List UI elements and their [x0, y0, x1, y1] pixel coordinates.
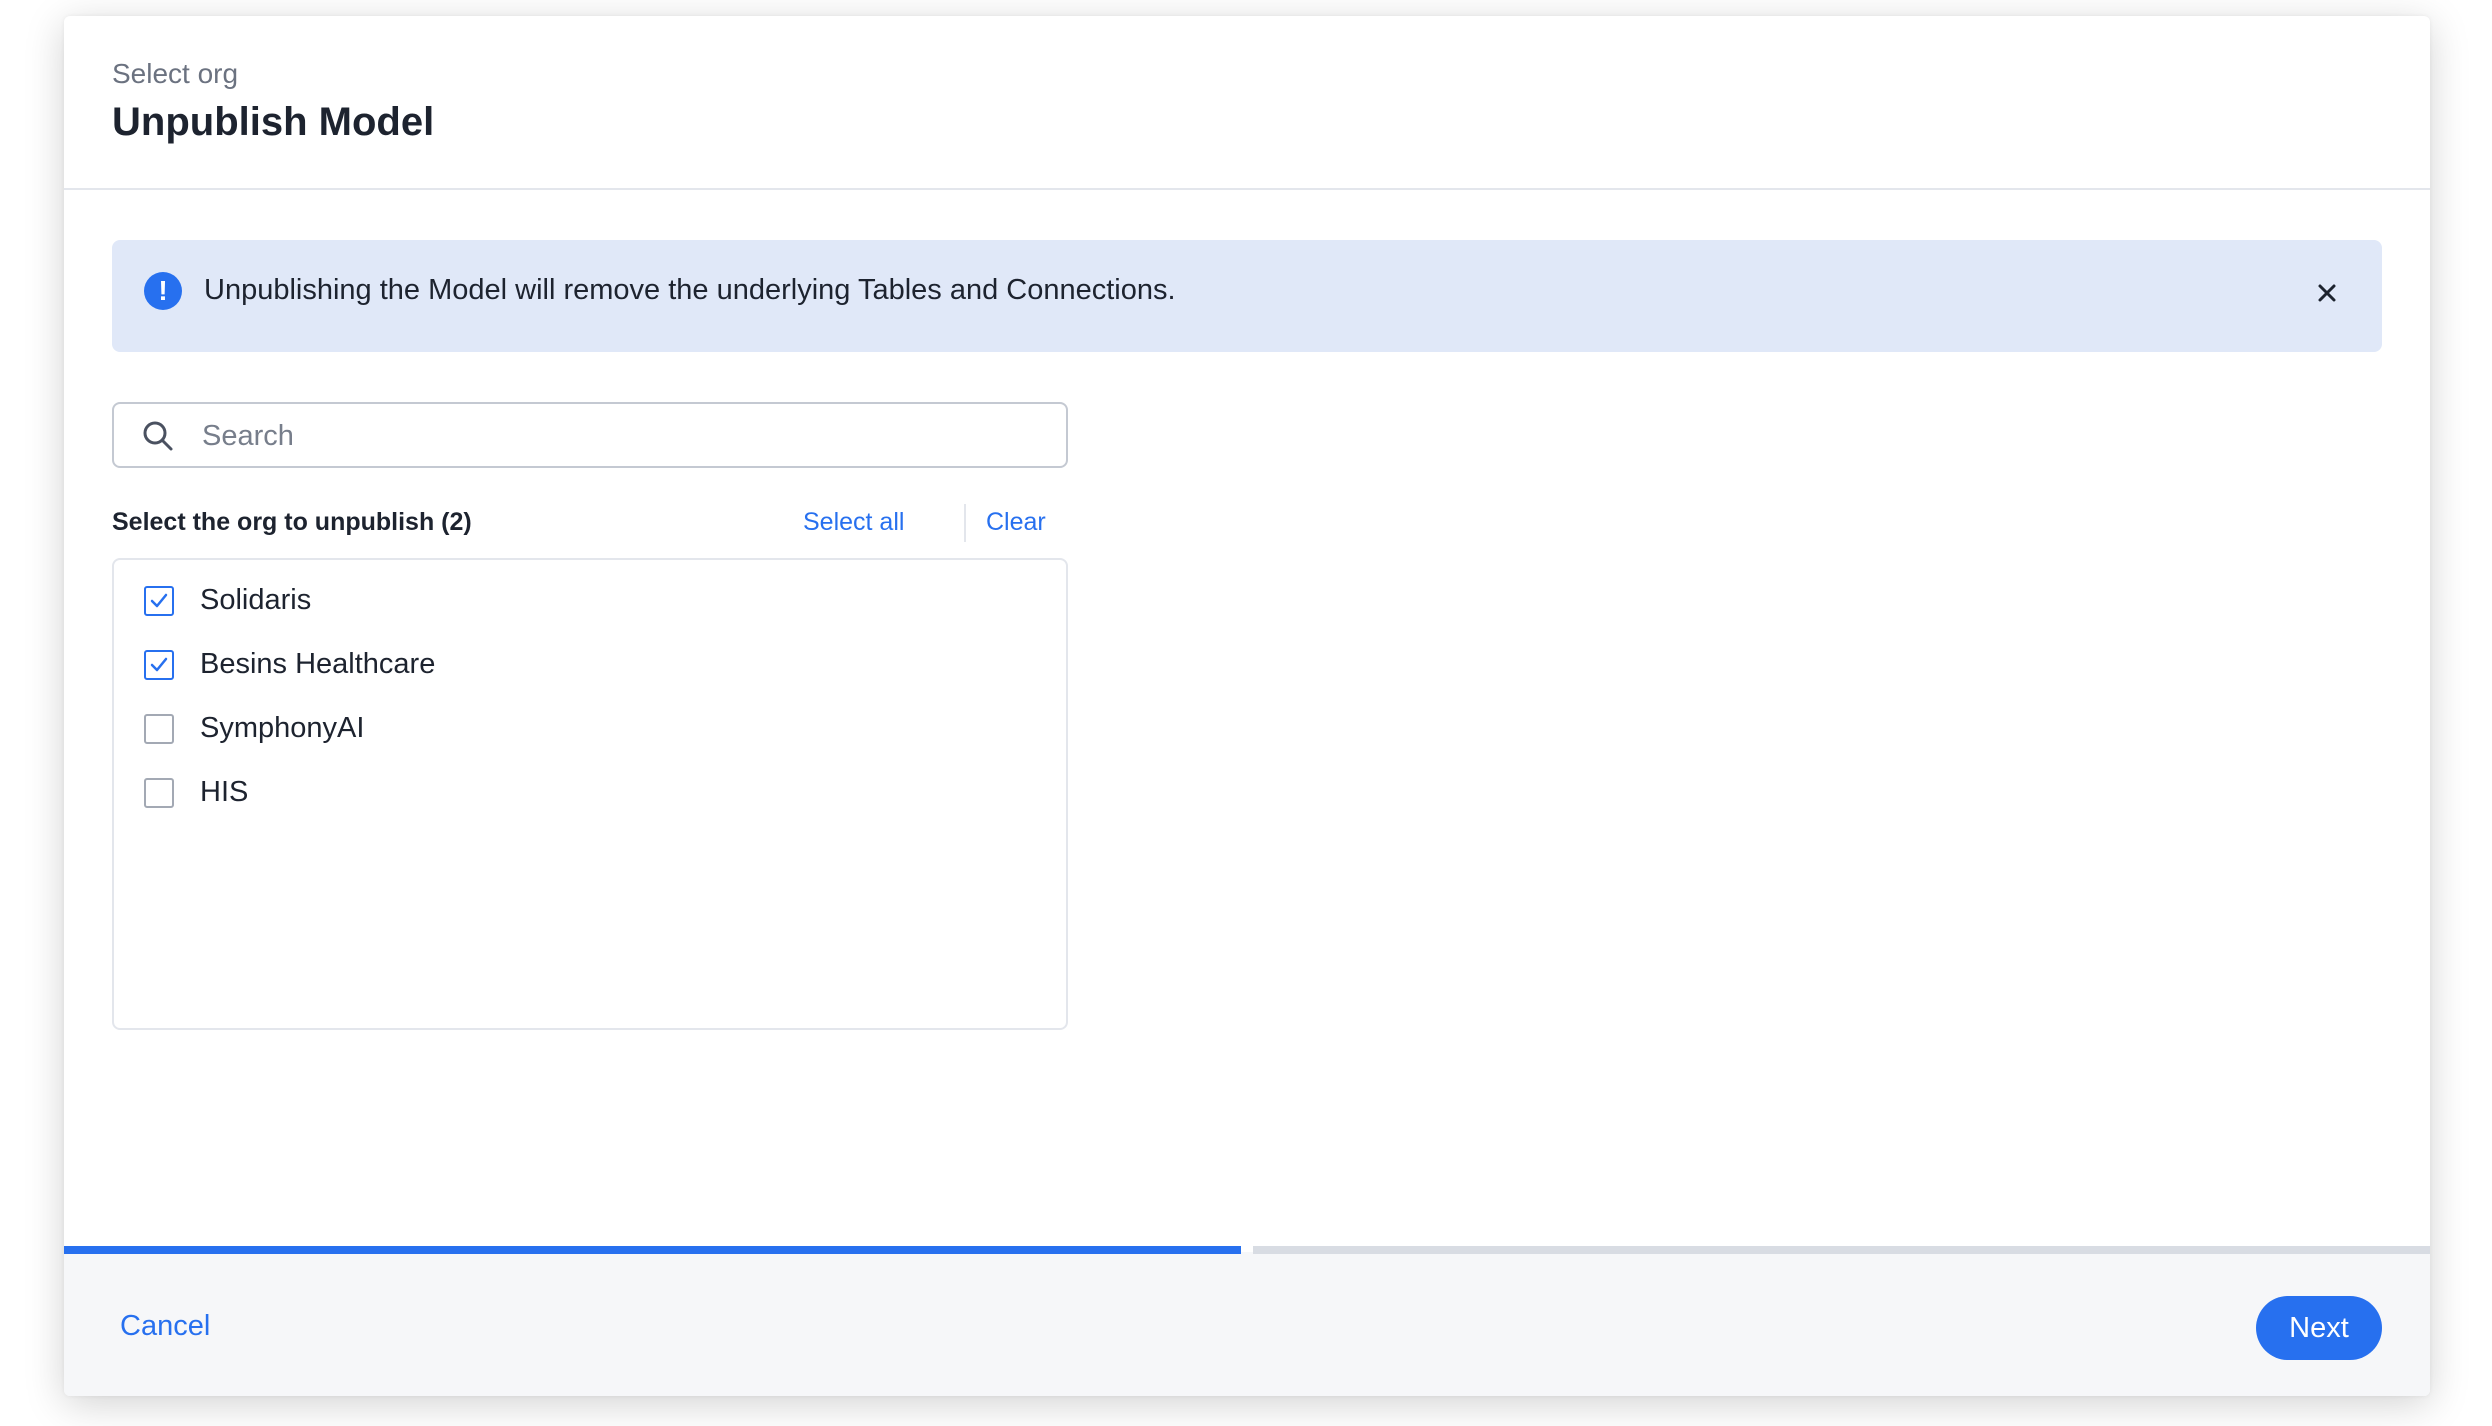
page: Select org Unpublish Model ! Unpublishin…: [0, 0, 2492, 1426]
org-list-label: Select the org to unpublish (2): [112, 508, 472, 536]
info-banner: ! Unpublishing the Model will remove the…: [112, 240, 2382, 352]
dialog-header: Select org Unpublish Model: [64, 16, 2430, 190]
search-input[interactable]: [200, 414, 1044, 458]
search-icon: [142, 420, 174, 452]
dialog-title: Unpublish Model: [112, 100, 435, 144]
org-checkbox-checked[interactable]: [144, 586, 174, 616]
cancel-button[interactable]: Cancel: [120, 1310, 210, 1343]
org-list: Solidaris Besins Healthcare SymphonyAI H…: [112, 558, 1068, 1030]
step-label: Select org: [112, 58, 239, 89]
org-checkbox-checked[interactable]: [144, 650, 174, 680]
org-checkbox[interactable]: [144, 778, 174, 808]
progress-fill: [64, 1246, 1241, 1254]
select-all-link[interactable]: Select all: [803, 508, 904, 537]
next-button[interactable]: Next: [2256, 1296, 2382, 1360]
org-label: SymphonyAI: [200, 712, 365, 744]
org-item-symphonyai[interactable]: SymphonyAI: [144, 710, 1024, 750]
dialog-footer: Cancel Next: [64, 1252, 2430, 1396]
org-item-his[interactable]: HIS: [144, 774, 1024, 814]
search-box: [112, 402, 1068, 468]
info-exclamation-icon: !: [144, 272, 182, 310]
link-divider: [964, 504, 966, 542]
progress-remaining: [1253, 1246, 2430, 1254]
org-label: Solidaris: [200, 584, 312, 616]
org-item-besins-healthcare[interactable]: Besins Healthcare: [144, 646, 1024, 686]
unpublish-dialog: Select org Unpublish Model ! Unpublishin…: [64, 16, 2430, 1396]
org-label: Besins Healthcare: [200, 648, 436, 680]
org-label: HIS: [200, 776, 249, 808]
banner-message: Unpublishing the Model will remove the u…: [204, 274, 1176, 306]
clear-link[interactable]: Clear: [986, 508, 1046, 537]
close-icon[interactable]: [2312, 278, 2342, 308]
org-checkbox[interactable]: [144, 714, 174, 744]
org-item-solidaris[interactable]: Solidaris: [144, 582, 1024, 622]
progress-bar: [64, 1246, 2430, 1254]
